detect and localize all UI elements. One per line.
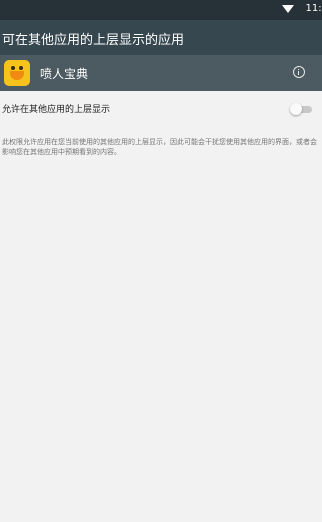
app-info-row[interactable]: 喷人宝典 [0,55,322,91]
setting-label: 允许在其他应用的上层显示 [2,105,111,115]
wifi-icon [282,5,294,13]
status-time: 11:4 [305,3,322,14]
toggle-thumb [290,103,302,115]
page-title: 可在其他应用的上层显示的应用 [2,33,185,48]
status-bar: 11:4 [0,0,322,20]
permission-description: 此权限允许应用在您当前使用的其他应用的上层显示，因此可能会干扰您使用其他应用的界… [2,138,317,156]
info-icon[interactable] [293,66,305,78]
duck-beak-icon [10,71,24,80]
app-icon [4,60,30,86]
overlay-permission-toggle[interactable] [290,103,312,115]
app-bar: 可在其他应用的上层显示的应用 [0,20,322,55]
app-name: 喷人宝典 [40,67,89,81]
overlay-permission-setting[interactable]: 允许在其他应用的上层显示 [0,95,322,121]
duck-eye-icon [11,66,15,70]
duck-eye-icon [19,66,23,70]
